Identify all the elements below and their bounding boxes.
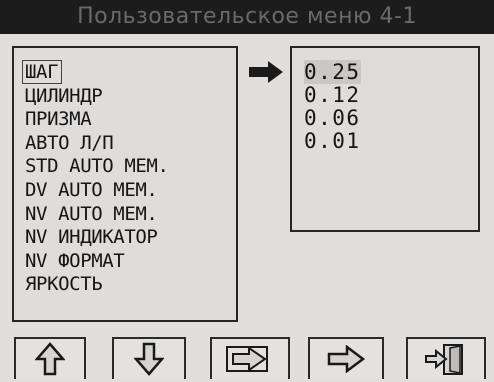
page-title: Пользовательское меню 4-1 — [77, 4, 417, 29]
menu-item-label: NV ИНДИКАТОР — [25, 226, 158, 249]
menu-item-nv-indicator[interactable]: NV ИНДИКАТОР — [25, 226, 169, 250]
menu-item-label: ШАГ — [22, 60, 63, 84]
menu-item-brightness[interactable]: ЯРКОСТЬ — [25, 273, 169, 297]
arrow-down-icon — [134, 342, 164, 376]
value-option-label: 0.06 — [304, 106, 361, 130]
menu-item-dv-auto-mem[interactable]: DV AUTO MEM. — [25, 179, 169, 203]
menu-item-label: ПРИЗМА — [25, 108, 92, 131]
menu-item-label: NV AUTO MEM. — [25, 202, 158, 225]
exit-door-icon — [425, 344, 463, 375]
value-option-label: 0.01 — [304, 129, 361, 153]
menu-item-nv-format[interactable]: NV ФОРМАТ — [25, 250, 169, 274]
value-option[interactable]: 0.06 — [304, 107, 361, 130]
menu-item-auto-lr[interactable]: АВТО Л/П — [25, 132, 169, 156]
menu-item-nv-auto-mem[interactable]: NV AUTO MEM. — [25, 203, 169, 227]
menu-item-label: ЯРКОСТЬ — [25, 273, 103, 296]
title-bar: Пользовательское меню 4-1 — [0, 0, 494, 34]
menu-item-prism[interactable]: ПРИЗМА — [25, 108, 169, 132]
menu-list-panel: ШАГ ЦИЛИНДР ПРИЗМА АВТО Л/П STD AUTO MEM… — [12, 46, 238, 322]
menu-item-label: STD AUTO MEM. — [25, 155, 169, 178]
value-option[interactable]: 0.12 — [304, 84, 361, 107]
menu-item-std-auto-mem[interactable]: STD AUTO MEM. — [25, 155, 169, 179]
menu-item-label: NV ФОРМАТ — [25, 249, 125, 272]
value-option[interactable]: 0.25 — [304, 60, 361, 84]
next-button[interactable] — [308, 337, 384, 379]
enter-arrow-icon — [226, 346, 268, 372]
value-option-label: 0.25 — [304, 60, 361, 84]
up-button[interactable] — [14, 337, 86, 379]
value-option[interactable]: 0.01 — [304, 130, 361, 153]
value-list: 0.25 0.12 0.06 0.01 — [304, 60, 361, 153]
arrow-right-icon — [327, 345, 366, 373]
value-option-label: 0.12 — [304, 83, 361, 107]
arrow-up-icon — [35, 342, 65, 376]
menu-item-step[interactable]: ШАГ — [22, 60, 169, 85]
menu-item-label: ЦИЛИНДР — [25, 84, 103, 107]
menu-item-label: АВТО Л/П — [25, 131, 114, 154]
menu-list: ШАГ ЦИЛИНДР ПРИЗМА АВТО Л/П STD AUTO MEM… — [22, 60, 169, 297]
enter-button[interactable] — [210, 337, 290, 379]
down-button[interactable] — [112, 337, 186, 379]
exit-button[interactable] — [406, 337, 486, 379]
menu-item-label: DV AUTO MEM. — [25, 178, 158, 201]
menu-item-cylinder[interactable]: ЦИЛИНДР — [25, 85, 169, 109]
pointer-arrow-icon — [249, 61, 283, 83]
value-list-panel: 0.25 0.12 0.06 0.01 — [290, 46, 480, 232]
